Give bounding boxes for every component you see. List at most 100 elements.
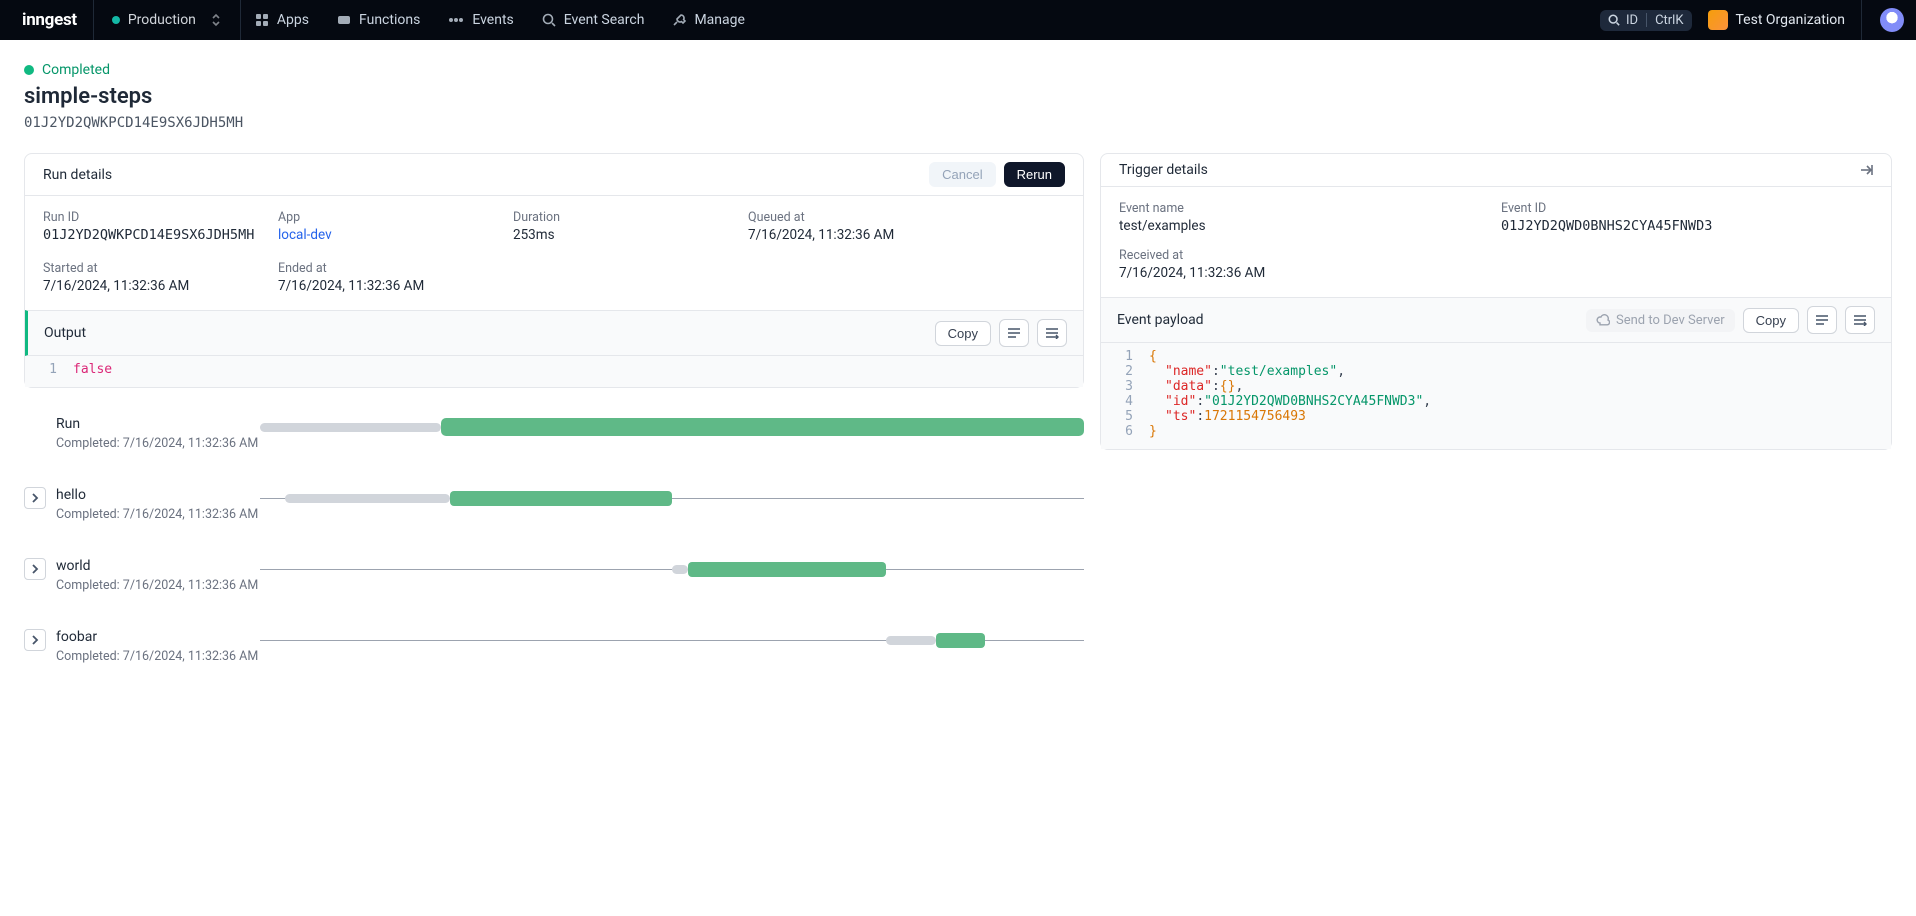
wrench-icon <box>672 13 686 27</box>
search-icon <box>1608 14 1620 26</box>
label: Started at <box>43 261 268 276</box>
app-link[interactable]: local-dev <box>278 227 503 243</box>
token: "test/examples" <box>1220 364 1337 379</box>
nav-functions[interactable]: Functions <box>323 0 434 40</box>
grid-icon <box>255 13 269 27</box>
nav-events-label: Events <box>472 12 513 28</box>
nav-apps-label: Apps <box>277 12 309 28</box>
token: , <box>1337 364 1345 379</box>
user-avatar[interactable] <box>1880 8 1904 32</box>
divider <box>1861 0 1862 40</box>
field-run-id: Run ID 01J2YD2QWKPCD14E9SX6JDH5MH <box>43 210 268 243</box>
global-search[interactable]: ID CtrlK <box>1600 10 1692 31</box>
brand-logo[interactable]: inngest <box>0 0 93 40</box>
run-id-subhead: 01J2YD2QWKPCD14E9SX6JDH5MH <box>24 115 1892 131</box>
trigger-title: Trigger details <box>1119 162 1208 178</box>
org-name: Test Organization <box>1736 12 1846 28</box>
rerun-button[interactable]: Rerun <box>1004 162 1065 187</box>
copy-payload-button[interactable]: Copy <box>1743 308 1799 333</box>
run-row-sub: Completed: 7/16/2024, 11:32:36 AM <box>56 436 258 451</box>
nav-event-search[interactable]: Event Search <box>528 0 659 40</box>
divider <box>1646 13 1647 27</box>
timeline-run-row: Run Completed: 7/16/2024, 11:32:36 AM <box>24 416 1084 451</box>
value: 01J2YD2QWKPCD14E9SX6JDH5MH <box>43 227 268 243</box>
label: Run ID <box>43 210 268 225</box>
send-to-dev-button: Send to Dev Server <box>1586 309 1735 332</box>
field-received: Received at 7/16/2024, 11:32:36 AM <box>1119 248 1491 281</box>
environment-name: Production <box>128 12 196 28</box>
timeline-track <box>260 489 1084 509</box>
field-app: App local-dev <box>278 210 503 243</box>
search-kbd: CtrlK <box>1655 13 1683 28</box>
token: "name" <box>1165 364 1212 379</box>
timeline-step-row: world Completed: 7/16/2024, 11:32:36 AM <box>24 558 1084 593</box>
line-number: 2 <box>1101 364 1149 379</box>
output-code: 1 false <box>25 356 1083 387</box>
run-details-title: Run details <box>43 167 112 183</box>
line-number: 5 <box>1101 409 1149 424</box>
chevron-updown-icon <box>210 13 222 27</box>
expand-step-button[interactable] <box>24 487 46 509</box>
payload-code: 1{ 2"name": "test/examples", 3"data": {}… <box>1101 343 1891 449</box>
field-duration: Duration 253ms <box>513 210 738 243</box>
timeline-track <box>260 560 1084 580</box>
token: : <box>1196 409 1204 424</box>
value: 7/16/2024, 11:32:36 AM <box>748 227 1065 243</box>
step-name: foobar <box>56 629 258 645</box>
copy-output-button[interactable]: Copy <box>935 321 991 346</box>
nav-manage-label: Manage <box>694 12 744 28</box>
expand-output-button[interactable] <box>1037 319 1067 347</box>
send-to-dev-label: Send to Dev Server <box>1616 313 1725 328</box>
cancel-button: Cancel <box>929 162 995 187</box>
label: Queued at <box>748 210 1065 225</box>
wrap-lines-button[interactable] <box>1807 306 1837 334</box>
wrap-lines-button[interactable] <box>999 319 1029 347</box>
environment-selector[interactable]: Production <box>94 0 240 40</box>
token: "01J2YD2QWD0BNHS2CYA45FNWD3" <box>1204 394 1423 409</box>
value: 7/16/2024, 11:32:36 AM <box>1119 265 1491 281</box>
trigger-details-card: Trigger details Event name test/examples… <box>1100 153 1892 450</box>
timeline-step-row: foobar Completed: 7/16/2024, 11:32:36 AM <box>24 629 1084 664</box>
nav-manage[interactable]: Manage <box>658 0 758 40</box>
nav-apps[interactable]: Apps <box>241 0 323 40</box>
token: {} <box>1220 379 1236 394</box>
cloud-icon <box>1596 314 1610 326</box>
field-event-id: Event ID 01J2YD2QWD0BNHS2CYA45FNWD3 <box>1501 201 1873 234</box>
run-row-title: Run <box>56 416 258 432</box>
events-icon <box>448 15 464 25</box>
label: Duration <box>513 210 738 225</box>
value: 7/16/2024, 11:32:36 AM <box>278 278 503 294</box>
status-dot-icon <box>24 65 34 75</box>
token: , <box>1423 394 1431 409</box>
nav-events[interactable]: Events <box>434 0 527 40</box>
output-header: Output Copy <box>25 310 1083 356</box>
line-number: 1 <box>1101 349 1149 364</box>
token: { <box>1149 349 1157 364</box>
token: : <box>1196 394 1204 409</box>
timeline-track <box>260 418 1084 438</box>
value: test/examples <box>1119 218 1491 234</box>
label: Event name <box>1119 201 1491 216</box>
nav-links: Apps Functions Events Event Search Manag… <box>241 0 759 40</box>
nav-event-search-label: Event Search <box>564 12 645 28</box>
timeline-step-row: hello Completed: 7/16/2024, 11:32:36 AM <box>24 487 1084 522</box>
output-value: false <box>73 362 112 377</box>
step-sub: Completed: 7/16/2024, 11:32:36 AM <box>56 507 258 522</box>
org-switcher[interactable]: Test Organization <box>1708 10 1846 30</box>
payload-title: Event payload <box>1117 312 1204 328</box>
value: 01J2YD2QWD0BNHS2CYA45FNWD3 <box>1501 218 1873 234</box>
field-ended: Ended at 7/16/2024, 11:32:36 AM <box>278 261 503 294</box>
collapse-panel-button[interactable] <box>1859 163 1873 177</box>
token: "ts" <box>1165 409 1196 424</box>
token: } <box>1149 424 1157 439</box>
org-badge-icon <box>1708 10 1728 30</box>
run-status: Completed <box>24 62 1892 78</box>
step-sub: Completed: 7/16/2024, 11:32:36 AM <box>56 649 258 664</box>
run-details-card: Run details Cancel Rerun Run ID 01J2YD2Q… <box>24 153 1084 388</box>
expand-payload-button[interactable] <box>1845 306 1875 334</box>
expand-step-button[interactable] <box>24 558 46 580</box>
token: : <box>1212 364 1220 379</box>
step-name: hello <box>56 487 258 503</box>
expand-step-button[interactable] <box>24 629 46 651</box>
value: 253ms <box>513 227 738 243</box>
